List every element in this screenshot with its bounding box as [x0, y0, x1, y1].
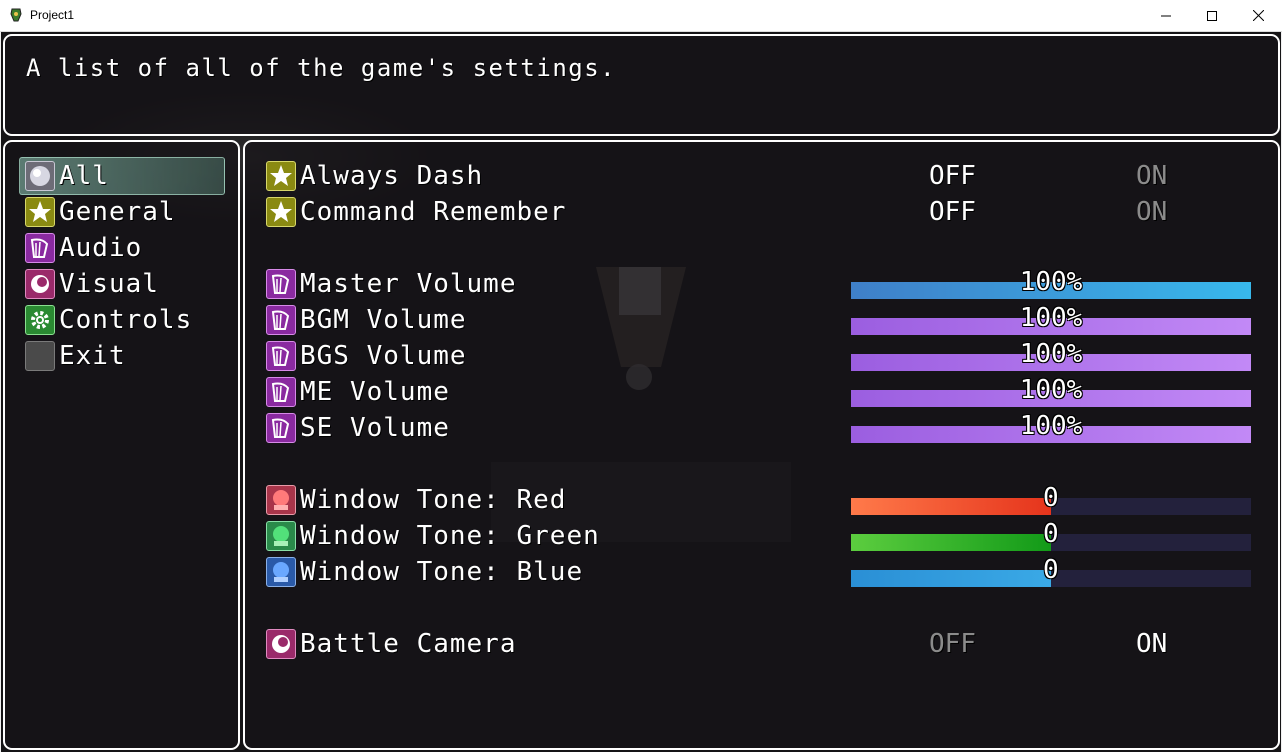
gauge-fill — [851, 498, 1051, 515]
help-text: A list of all of the game's settings. — [26, 54, 617, 82]
option-window-tone-green[interactable]: Window Tone: Green 0 — [266, 518, 1266, 554]
orb-icon — [25, 161, 55, 191]
gauge-value: 0 — [1043, 483, 1059, 513]
option-window-tone-red[interactable]: Window Tone: Red 0 — [266, 482, 1266, 518]
toggle-off[interactable]: OFF — [929, 629, 976, 659]
option-me-volume[interactable]: ME Volume 100% — [266, 374, 1266, 410]
toggle-on[interactable]: ON — [1136, 161, 1167, 191]
category-label: Audio — [59, 233, 143, 263]
app-icon — [9, 8, 23, 22]
gauge-fill — [851, 534, 1051, 551]
gauge-value: 0 — [1043, 519, 1059, 549]
gauge-value: 100% — [1019, 411, 1083, 441]
toggle-on[interactable]: ON — [1136, 629, 1167, 659]
option-command-remember[interactable]: Command Remember OFF ON — [266, 194, 1266, 230]
option-label: SE Volume — [300, 413, 450, 443]
option-label: Battle Camera — [300, 629, 517, 659]
option-battle-camera[interactable]: Battle Camera OFF ON — [266, 626, 1266, 662]
gauge-value: 100% — [1019, 267, 1083, 297]
gear-icon — [25, 305, 55, 335]
minimize-button-real[interactable] — [1143, 0, 1189, 31]
option-label: Master Volume — [300, 269, 517, 299]
eye-icon — [25, 269, 55, 299]
category-label: Exit — [59, 341, 126, 371]
gauge-value: 100% — [1019, 339, 1083, 369]
close-button[interactable] — [1235, 0, 1281, 31]
option-label: Always Dash — [300, 161, 484, 191]
category-label: Controls — [59, 305, 193, 335]
window-title: Project1 — [30, 8, 75, 22]
harp-icon — [266, 269, 296, 299]
category-label: Visual — [59, 269, 159, 299]
harp-icon — [266, 341, 296, 371]
blue-orb-icon — [266, 557, 296, 587]
option-se-volume[interactable]: SE Volume 100% — [266, 410, 1266, 446]
category-all[interactable]: All — [25, 158, 225, 194]
option-bgm-volume[interactable]: BGM Volume 100% — [266, 302, 1266, 338]
star-icon — [266, 197, 296, 227]
category-visual[interactable]: Visual — [25, 266, 225, 302]
option-label: ME Volume — [300, 377, 450, 407]
category-controls[interactable]: Controls — [25, 302, 225, 338]
star-icon — [25, 197, 55, 227]
green-orb-icon — [266, 521, 296, 551]
category-general[interactable]: General — [25, 194, 225, 230]
category-audio[interactable]: Audio — [25, 230, 225, 266]
option-label: BGS Volume — [300, 341, 467, 371]
category-label: General — [59, 197, 176, 227]
toggle-off[interactable]: OFF — [929, 197, 976, 227]
option-label: BGM Volume — [300, 305, 467, 335]
toggle-on[interactable]: ON — [1136, 197, 1167, 227]
harp-icon — [266, 413, 296, 443]
option-label: Window Tone: Red — [300, 485, 567, 515]
gauge-fill — [851, 570, 1051, 587]
star-icon — [266, 161, 296, 191]
toggle-off[interactable]: OFF — [929, 161, 976, 191]
gauge-value: 100% — [1019, 375, 1083, 405]
gauge-value: 100% — [1019, 303, 1083, 333]
eye-icon — [266, 629, 296, 659]
harp-icon — [25, 233, 55, 263]
option-label: Window Tone: Blue — [300, 557, 584, 587]
red-orb-icon — [266, 485, 296, 515]
option-master-volume[interactable]: Master Volume 100% — [266, 266, 1266, 302]
blank-icon — [25, 341, 55, 371]
maximize-button[interactable] — [1189, 0, 1235, 31]
option-window-tone-blue[interactable]: Window Tone: Blue 0 — [266, 554, 1266, 590]
option-label: Window Tone: Green — [300, 521, 600, 551]
window-titlebar: Project1 — [0, 0, 1282, 32]
harp-icon — [266, 377, 296, 407]
harp-icon — [266, 305, 296, 335]
option-always-dash[interactable]: Always Dash OFF ON — [266, 158, 1266, 194]
game-viewport: A list of all of the game's settings. Al… — [1, 32, 1281, 752]
category-label: All — [59, 161, 109, 191]
gauge-value: 0 — [1043, 555, 1059, 585]
option-bgs-volume[interactable]: BGS Volume 100% — [266, 338, 1266, 374]
option-label: Command Remember — [300, 197, 567, 227]
category-exit[interactable]: Exit — [25, 338, 225, 374]
help-window: A list of all of the game's settings. — [3, 34, 1280, 136]
